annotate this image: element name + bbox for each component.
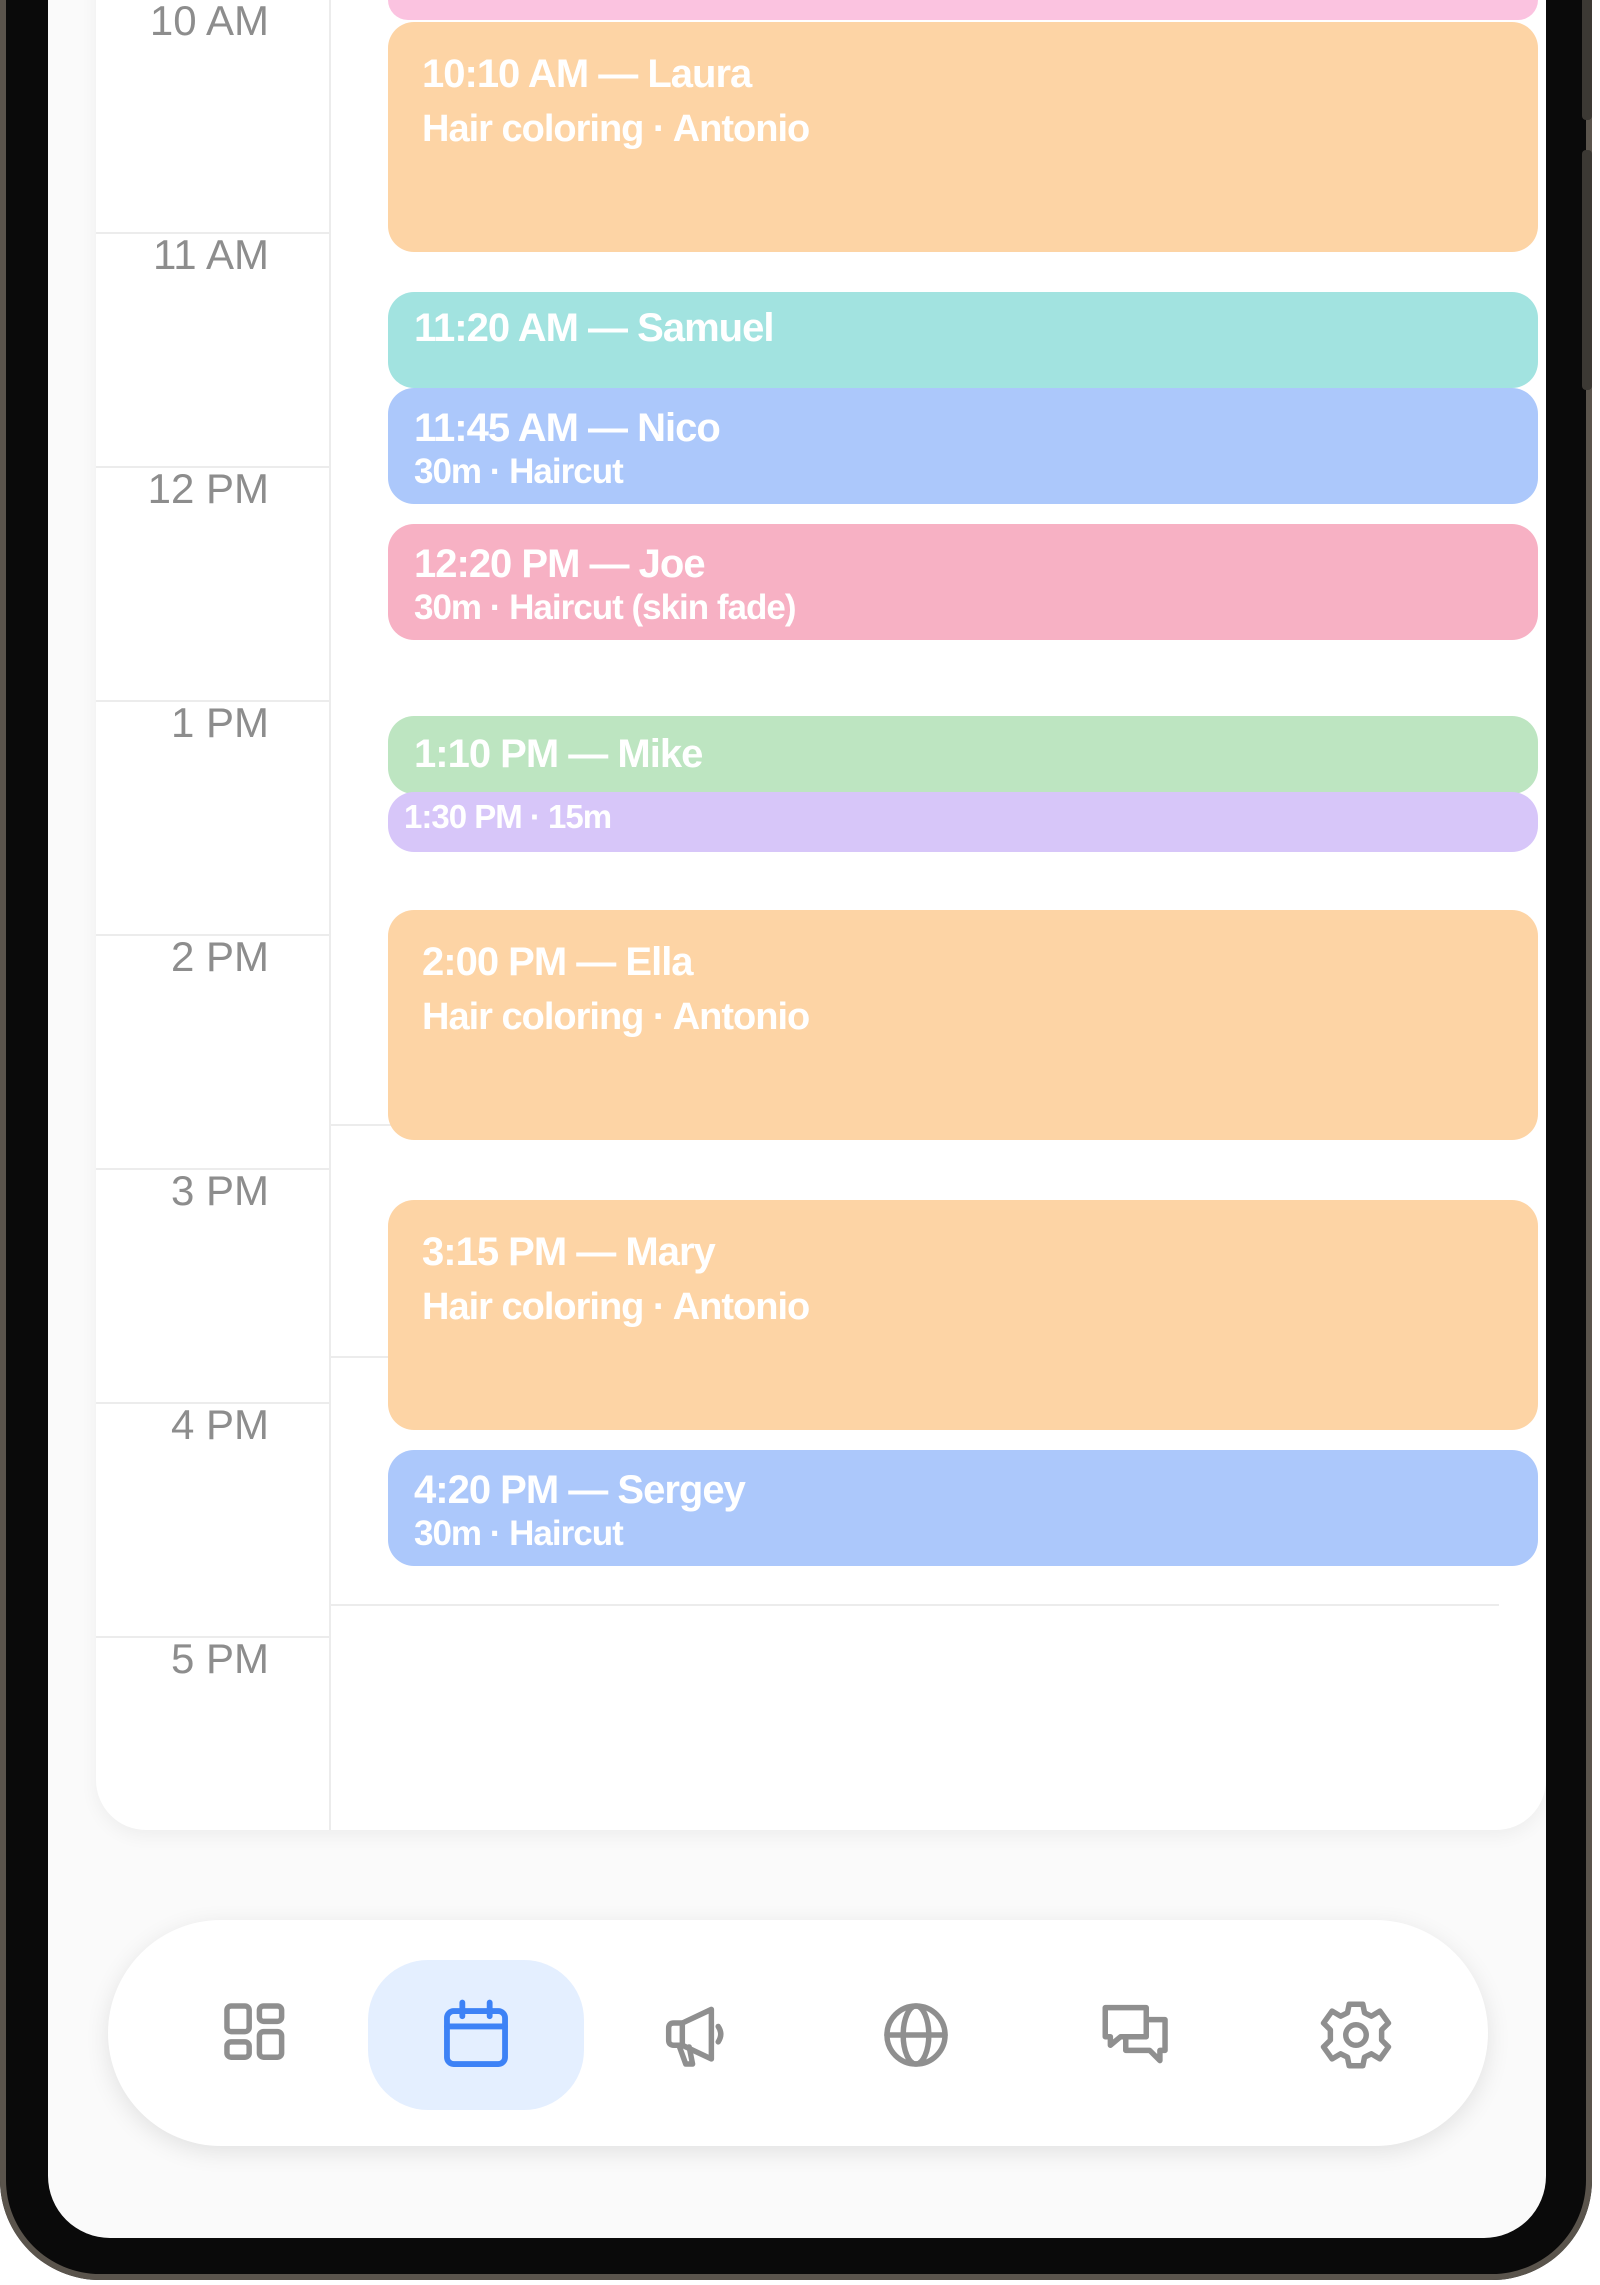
appointment-block[interactable]: 2:00 PM — Ella Hair coloring · Antonio bbox=[388, 910, 1538, 1140]
appointment-block[interactable]: 12:20 PM — Joe 30m · Haircut (skin fade) bbox=[388, 524, 1538, 640]
calendar-icon bbox=[444, 1999, 508, 2067]
appointment-details: Hair coloring · Antonio bbox=[422, 108, 810, 150]
hour-row: 10 AM bbox=[96, 0, 329, 234]
bottom-navigation-bar bbox=[108, 1920, 1488, 2146]
appointment-title: 10:10 AM — Laura bbox=[422, 52, 752, 96]
hour-label: 4 PM bbox=[170, 1401, 269, 1448]
globe-icon bbox=[884, 2003, 948, 2067]
appointment-block[interactable]: 11:20 AM — Samuel bbox=[388, 292, 1538, 388]
hour-row: 3 PM bbox=[96, 1170, 329, 1404]
appointment-block-partial[interactable] bbox=[388, 0, 1538, 20]
hour-row: 5 PM bbox=[96, 1638, 329, 1830]
appointment-title: 4:20 PM — Sergey bbox=[414, 1468, 746, 1512]
appointment-title: 11:20 AM — Samuel bbox=[414, 306, 774, 350]
calendar-day-view[interactable]: 10 AM 11 AM 12 PM 1 PM 2 PM 3 PM 4 PM 5 … bbox=[96, 0, 1546, 1830]
appointment-block[interactable]: 1:10 PM — Mike bbox=[388, 716, 1538, 794]
nav-settings-button[interactable] bbox=[1248, 1960, 1464, 2110]
nav-dashboard-button[interactable] bbox=[148, 1960, 364, 2110]
appointment-title: 1:30 PM · 15m bbox=[404, 798, 612, 835]
nav-messages-button[interactable] bbox=[1028, 1960, 1244, 2110]
chat-icon bbox=[1102, 2004, 1168, 2064]
hour-label: 3 PM bbox=[170, 1167, 269, 1214]
appointment-details: 30m · Haircut (skin fade) bbox=[414, 588, 797, 627]
appointment-block[interactable]: 1:30 PM · 15m bbox=[388, 792, 1538, 852]
hour-row: 4 PM bbox=[96, 1404, 329, 1638]
hour-label: 2 PM bbox=[170, 933, 269, 980]
appointment-title: 2:00 PM — Ella bbox=[422, 940, 694, 984]
appointment-details: Hair coloring · Antonio bbox=[422, 1286, 810, 1328]
time-column: 10 AM 11 AM 12 PM 1 PM 2 PM 3 PM 4 PM 5 … bbox=[96, 0, 329, 1830]
appointment-block[interactable]: 4:20 PM — Sergey 30m · Haircut bbox=[388, 1450, 1538, 1566]
appointment-title: 11:45 AM — Nico bbox=[414, 406, 721, 450]
nav-marketing-button[interactable] bbox=[588, 1960, 804, 2110]
app-screen: 10 AM 11 AM 12 PM 1 PM 2 PM 3 PM 4 PM 5 … bbox=[48, 0, 1546, 2238]
appointment-block[interactable]: 11:45 AM — Nico 30m · Haircut bbox=[388, 388, 1538, 504]
hour-label: 11 AM bbox=[153, 231, 269, 278]
appointment-block[interactable]: 10:10 AM — Laura Hair coloring · Antonio bbox=[388, 22, 1538, 252]
megaphone-icon bbox=[665, 2006, 724, 2067]
settings-icon bbox=[1320, 2001, 1392, 2069]
dashboard-icon bbox=[224, 2003, 285, 2060]
hour-row: 12 PM bbox=[96, 468, 329, 702]
nav-calendar-button[interactable] bbox=[368, 1960, 584, 2110]
hour-row: 1 PM bbox=[96, 702, 329, 936]
phone-side-button bbox=[1582, 0, 1592, 120]
hour-label: 10 AM bbox=[149, 0, 269, 44]
appointment-details: 30m · Haircut bbox=[414, 1514, 624, 1553]
hour-row: 2 PM bbox=[96, 936, 329, 1170]
hour-row: 11 AM bbox=[96, 234, 329, 468]
hour-label: 12 PM bbox=[147, 465, 269, 512]
hour-label: 1 PM bbox=[170, 699, 269, 746]
nav-website-button[interactable] bbox=[808, 1960, 1024, 2110]
hour-label: 5 PM bbox=[170, 1635, 269, 1682]
appointment-title: 12:20 PM — Joe bbox=[414, 542, 706, 586]
time-column-divider bbox=[329, 0, 331, 1830]
appointment-details: Hair coloring · Antonio bbox=[422, 996, 810, 1038]
appointment-title: 3:15 PM — Mary bbox=[422, 1230, 716, 1274]
grid-line bbox=[331, 1604, 1499, 1606]
appointment-details: 30m · Haircut bbox=[414, 452, 624, 491]
appointment-block[interactable]: 3:15 PM — Mary Hair coloring · Antonio bbox=[388, 1200, 1538, 1430]
appointment-title: 1:10 PM — Mike bbox=[414, 732, 703, 776]
phone-side-button bbox=[1582, 150, 1592, 390]
